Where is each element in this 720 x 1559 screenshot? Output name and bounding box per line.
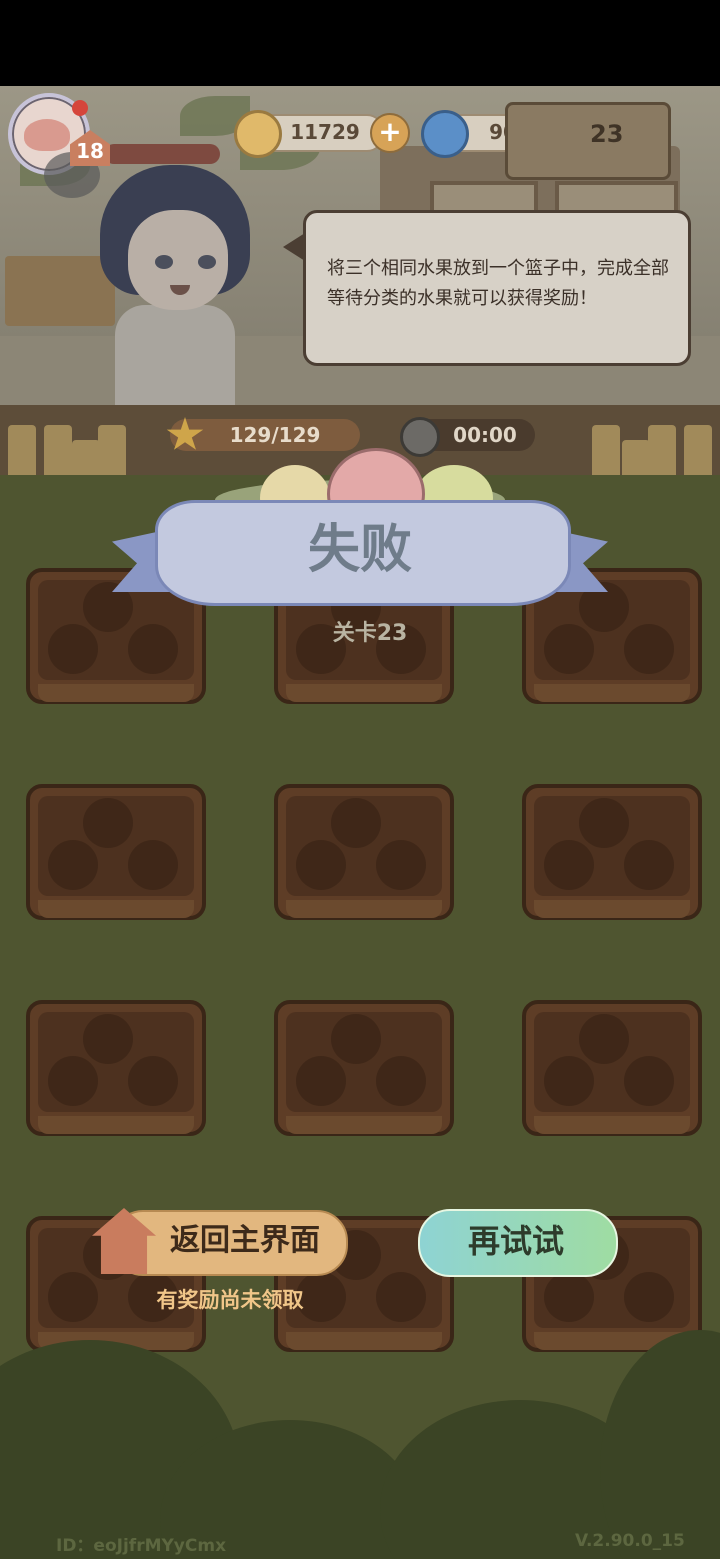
basket-rim xyxy=(38,1116,194,1134)
unclaimed-reward-note: 有奖励尚未领取 xyxy=(156,1288,304,1312)
user-id-label: ID：eoJjfrMYyCmx xyxy=(56,1536,227,1556)
fruit-basket[interactable] xyxy=(26,784,206,920)
fruit-slot xyxy=(624,1272,674,1322)
fruit-slot xyxy=(544,624,594,674)
fruit-slot xyxy=(296,840,346,890)
character-eye xyxy=(155,255,173,269)
fruit-basket[interactable] xyxy=(522,1000,702,1136)
return-home-label[interactable]: 返回主界面 xyxy=(150,1210,340,1272)
basket-rim xyxy=(534,684,690,702)
coin-value: 11729 xyxy=(290,120,360,144)
fruit-slot xyxy=(544,1056,594,1106)
snail-icon xyxy=(24,119,70,151)
fruit-slot xyxy=(48,1272,98,1322)
add-coins-button[interactable]: + xyxy=(370,113,410,153)
fruit-basket[interactable] xyxy=(522,784,702,920)
retry-label[interactable]: 再试试 xyxy=(418,1209,614,1273)
basket-rim xyxy=(286,684,442,702)
basket-rim xyxy=(38,684,194,702)
dialogue-tail xyxy=(283,233,305,261)
fruit-slot xyxy=(624,624,674,674)
fruit-slot xyxy=(544,1272,594,1322)
fruit-slot xyxy=(83,1014,133,1064)
fruit-basket[interactable] xyxy=(26,1000,206,1136)
basket-rim xyxy=(38,900,194,918)
fruit-slot xyxy=(544,840,594,890)
fruit-slot xyxy=(376,1056,426,1106)
fruit-basket[interactable] xyxy=(274,1000,454,1136)
notification-dot xyxy=(72,100,88,116)
status-bar xyxy=(0,0,720,86)
fruit-slot xyxy=(579,798,629,848)
basket-rim xyxy=(286,900,442,918)
basket-rim xyxy=(286,1116,442,1134)
shopkeeper-character xyxy=(80,155,270,415)
character-eye xyxy=(198,255,216,269)
level-label: 关卡23 xyxy=(332,621,408,646)
fruit-slot xyxy=(624,840,674,890)
fruit-slot xyxy=(128,1056,178,1106)
character-body xyxy=(115,305,235,415)
fruit-slot xyxy=(376,1272,426,1322)
fruit-slot xyxy=(128,624,178,674)
fruit-slot xyxy=(331,1014,381,1064)
result-title: 失败 xyxy=(307,520,412,580)
fruit-slot xyxy=(48,1056,98,1106)
fruit-slot xyxy=(83,798,133,848)
basket-rim xyxy=(286,1332,442,1350)
fruit-slot xyxy=(331,798,381,848)
fruit-basket[interactable] xyxy=(274,784,454,920)
basket-rim xyxy=(534,900,690,918)
game-screen: 18 11729 + 901 + 23 将三个相同水果放到一个篮子中，完成全部等… xyxy=(0,0,720,1559)
fruit-slot xyxy=(296,1056,346,1106)
fruit-slot xyxy=(579,1014,629,1064)
fruit-slot xyxy=(48,624,98,674)
xp-progress-bar xyxy=(104,144,220,164)
fruit-slot xyxy=(376,840,426,890)
dialogue-text: 将三个相同水果放到一个篮子中，完成全部等待分类的水果就可以获得奖励！ xyxy=(327,258,669,309)
level-sign-text: 23 xyxy=(590,120,624,148)
fruit-slot xyxy=(624,1056,674,1106)
basket-rim xyxy=(534,1116,690,1134)
fruit-slot xyxy=(48,840,98,890)
version-label: V.2.90.0_15 xyxy=(575,1531,685,1551)
swirl-gem-icon xyxy=(421,110,469,158)
fruit-slot xyxy=(128,840,178,890)
